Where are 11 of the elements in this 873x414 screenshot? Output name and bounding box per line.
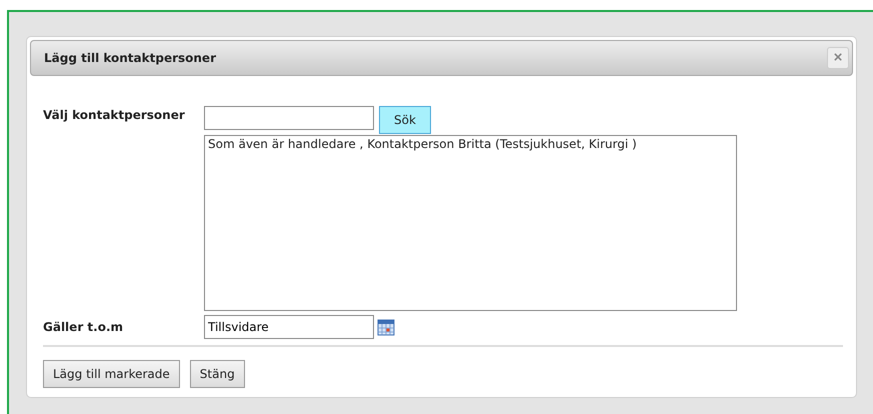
dialog-button[interactable]: Lägg till markerade: [43, 360, 180, 388]
field-label: Välj kontaktpersoner: [43, 107, 186, 124]
date-field[interactable]: Tillsvidare: [204, 315, 374, 339]
results-listbox[interactable]: Som även är handledare , Kontaktperson Britta (Testsjukhuset, Kirurgi ): [204, 135, 737, 311]
list-item[interactable]: Som även är handledare , Kontaktperson Britta (Testsjukhuset, Kirurgi ): [205, 136, 736, 152]
calendar-icon[interactable]: [377, 318, 395, 336]
search-field[interactable]: [204, 106, 374, 130]
dialog-title: Lägg till kontaktpersoner: [44, 51, 216, 65]
field-label: Gäller t.o.m: [43, 320, 124, 334]
dialog-button[interactable]: Stäng: [190, 360, 245, 388]
search-button[interactable]: Sök: [379, 106, 431, 134]
